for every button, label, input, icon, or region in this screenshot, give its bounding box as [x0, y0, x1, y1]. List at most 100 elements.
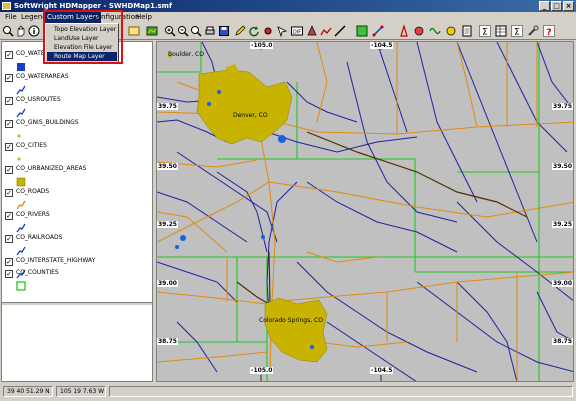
status-latitude: 39 40 51.29 N: [3, 386, 53, 397]
svg-text:Σ: Σ: [482, 28, 488, 38]
map-canvas[interactable]: [157, 42, 574, 382]
sum-total-icon[interactable]: Σ: [511, 25, 523, 37]
app-icon: [2, 2, 11, 10]
square-symbol-icon: [16, 177, 26, 187]
line-symbol-icon: [16, 85, 26, 95]
info-icon[interactable]: [28, 25, 40, 37]
highlight-annotation: [43, 10, 123, 64]
legend-item-co-counties[interactable]: ✓ CO_COUNTIES: [2, 268, 152, 294]
layer-name: CO_RIVERS: [16, 211, 50, 218]
line-symbol-icon: [16, 246, 26, 256]
lon-label-top: -104.5: [370, 42, 394, 49]
lat-label-right: 38.75: [552, 338, 573, 345]
lat-label-right: 39.50: [552, 163, 573, 170]
lat-label-left: 39.25: [157, 221, 178, 228]
zoom-out-icon[interactable]: [177, 25, 189, 37]
lon-label-bottom: -104.5: [370, 367, 394, 374]
menu-help[interactable]: Help: [134, 12, 154, 23]
site-icon[interactable]: [306, 25, 318, 37]
layer-checkbox[interactable]: ✓: [5, 143, 13, 151]
city-label-boulder: Boulder, CO: [168, 51, 204, 58]
layer-checkbox[interactable]: ✓: [5, 166, 13, 174]
dot-symbol-icon: [16, 131, 26, 141]
denver-urban-area: [196, 69, 293, 145]
waypoint-icon[interactable]: [262, 25, 274, 37]
svg-text:Σ: Σ: [514, 28, 520, 38]
lat-label-right: 39.00: [552, 280, 573, 287]
svg-text:?: ?: [546, 28, 551, 37]
layer-checkbox[interactable]: ✓: [5, 51, 13, 59]
layer-checkbox[interactable]: ✓: [5, 120, 13, 128]
profile-icon[interactable]: [320, 25, 332, 37]
layer-name: CO_URBANIZED_AREAS: [16, 165, 87, 172]
maximize-button[interactable]: □: [551, 1, 562, 11]
line-symbol-icon: [16, 200, 26, 210]
layer-name: CO_INTERSTATE_HIGHWAY: [16, 257, 96, 264]
lat-label-right: 39.75: [552, 103, 573, 110]
map-open-icon[interactable]: [146, 25, 158, 37]
svg-text:DIF: DIF: [293, 30, 301, 36]
layer-name: CO_GNIS_BUILDINGS: [16, 119, 79, 126]
layer-name: CO_CITIES: [16, 142, 47, 149]
lon-label-bottom: -105.0: [250, 367, 274, 374]
layer-checkbox[interactable]: ✓: [5, 270, 13, 278]
diff-tool-icon[interactable]: DIF: [291, 25, 303, 37]
minimize-button[interactable]: _: [539, 1, 550, 11]
layer-checkbox[interactable]: ✓: [5, 189, 13, 197]
sum-icon[interactable]: Σ: [479, 25, 491, 37]
layer-checkbox[interactable]: ✓: [5, 97, 13, 105]
help-icon[interactable]: ?: [543, 25, 555, 37]
legend-panel: ✓ CO_WATERBODIES ✓ CO_WATERAREAS ✓ CO_US…: [1, 41, 153, 382]
save-icon[interactable]: [218, 25, 230, 37]
status-longitude: 105 19 7.63 W: [56, 386, 106, 397]
tower-icon[interactable]: [398, 25, 410, 37]
line-symbol-icon: [16, 223, 26, 233]
signal-icon[interactable]: [413, 25, 425, 37]
square-symbol-icon: [16, 62, 26, 72]
edit-icon[interactable]: [234, 25, 246, 37]
lat-label-right: 39.25: [552, 221, 573, 228]
layer-checkbox[interactable]: ✓: [5, 235, 13, 243]
zoom-in-icon[interactable]: [164, 25, 176, 37]
layer-checkbox[interactable]: ✓: [5, 74, 13, 82]
city-label-denver: Denver, CO: [233, 112, 268, 119]
lat-label-left: 39.75: [157, 103, 178, 110]
report-icon[interactable]: [461, 25, 473, 37]
lat-label-left: 38.75: [157, 338, 178, 345]
interference-icon[interactable]: [429, 25, 441, 37]
layer-checkbox[interactable]: ✓: [5, 212, 13, 220]
close-button[interactable]: ×: [563, 1, 574, 11]
dot-symbol-icon: [16, 154, 26, 164]
measure-icon[interactable]: [334, 25, 346, 37]
tools-icon[interactable]: [527, 25, 539, 37]
window-title: SoftWright HDMapper - SWHDMap1.smf: [14, 2, 172, 10]
status-message: [109, 386, 573, 397]
map-view[interactable]: Boulder, CO Denver, CO Colorado Springs,…: [156, 41, 574, 382]
layer-name: CO_ROADS: [16, 188, 50, 195]
layer-name: CO_COUNTIES: [16, 269, 59, 276]
status-bar: 39 40 51.29 N 105 19 7.63 W: [0, 382, 576, 401]
zoom-tool-icon[interactable]: [2, 25, 14, 37]
line-symbol-icon: [16, 108, 26, 118]
colorado-springs-urban-area: [264, 297, 328, 363]
layer-tool-icon[interactable]: [128, 25, 140, 37]
print-icon[interactable]: [204, 25, 216, 37]
layer-checkbox[interactable]: ✓: [5, 258, 13, 266]
study-icon[interactable]: [445, 25, 457, 37]
lon-label-top: -105.0: [250, 42, 274, 49]
menu-file[interactable]: File: [3, 12, 19, 23]
link-icon[interactable]: [372, 25, 384, 37]
coverage-icon[interactable]: [356, 25, 368, 37]
zoom-full-icon[interactable]: [190, 25, 202, 37]
legend-divider: [2, 302, 152, 305]
layer-name: CO_WATERAREAS: [16, 73, 69, 80]
lat-label-left: 39.00: [157, 280, 178, 287]
table-icon[interactable]: [495, 25, 507, 37]
lat-label-left: 39.50: [157, 163, 178, 170]
refresh-icon[interactable]: [248, 25, 260, 37]
pan-hand-icon[interactable]: [15, 25, 27, 37]
city-label-colorado-springs: Colorado Springs, CO: [259, 317, 323, 324]
arrow-tool-icon[interactable]: [276, 25, 288, 37]
square-symbol-icon: [16, 281, 26, 291]
layer-name: CO_RAILROADS: [16, 234, 63, 241]
